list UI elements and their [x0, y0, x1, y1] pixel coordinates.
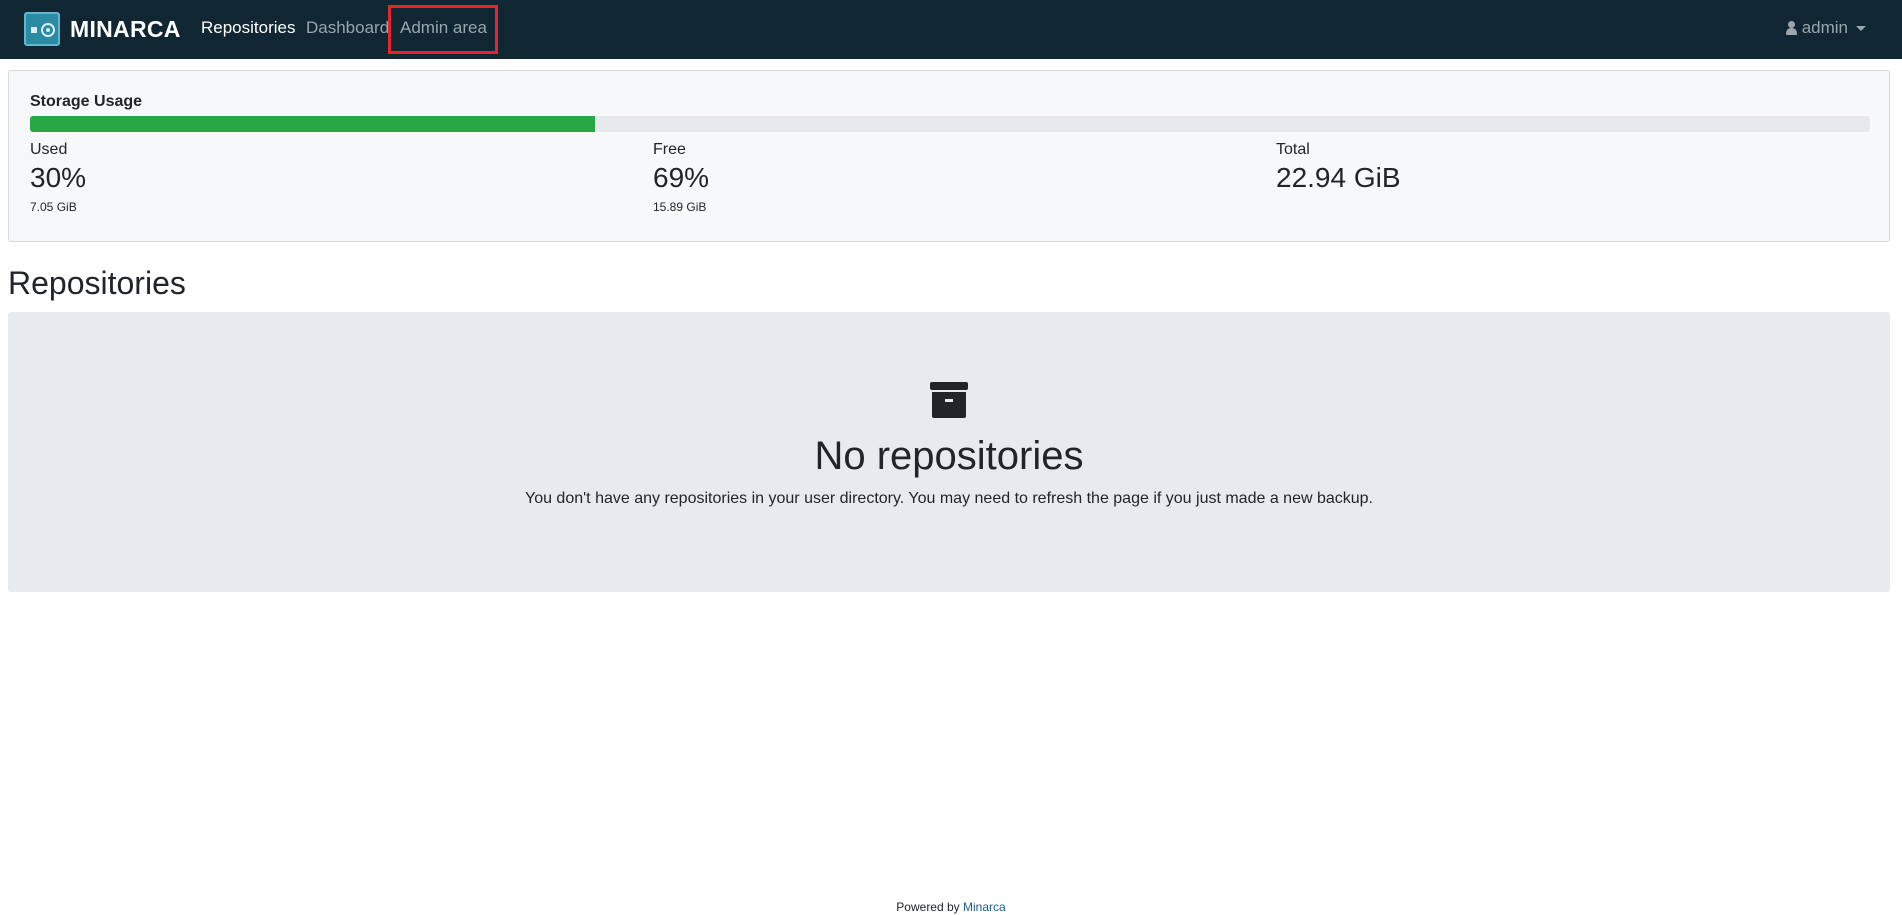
stat-free: Free 69% 15.89 GiB [653, 141, 709, 214]
brand-name: MINARCA [70, 15, 181, 42]
empty-repositories-panel: No repositories You don't have any repos… [8, 312, 1890, 592]
page-title: Repositories [8, 265, 186, 301]
stat-used-label: Used [30, 141, 68, 158]
archive-icon [930, 382, 968, 418]
empty-description: You don't have any repositories in your … [524, 490, 1373, 507]
storage-progress-fill [30, 116, 595, 132]
nav-repositories[interactable]: Repositories [201, 18, 296, 38]
top-navbar: MINARCA Repositories Dashboard Admin are… [0, 0, 1902, 59]
nav-dashboard[interactable]: Dashboard [306, 18, 389, 38]
stat-free-label: Free [653, 141, 686, 158]
footer-prefix: Powered by [896, 900, 963, 914]
stat-total-label: Total [1276, 141, 1310, 158]
stat-total: Total 22.94 GiB [1276, 141, 1401, 194]
brand-link[interactable]: MINARCA [24, 12, 181, 46]
storage-progress-bar [30, 116, 1870, 132]
stat-free-size: 15.89 GiB [653, 200, 707, 214]
stat-total-value: 22.94 GiB [1276, 162, 1401, 193]
stat-used-size: 7.05 GiB [30, 200, 77, 214]
user-menu-dropdown[interactable]: admin [1785, 18, 1866, 38]
footer: Powered by Minarca [0, 900, 1902, 914]
stat-free-value: 69% [653, 162, 710, 193]
user-icon [1785, 21, 1797, 35]
minarca-logo-icon [24, 12, 60, 46]
footer-minarca-link[interactable]: Minarca [963, 900, 1006, 914]
stat-used-value: 30% [30, 162, 87, 193]
user-name: admin [1801, 18, 1848, 37]
stat-used: Used 30% 7.05 GiB [30, 141, 86, 214]
caret-down-icon [1856, 25, 1866, 31]
storage-title: Storage Usage [30, 93, 143, 110]
storage-usage-card: Storage Usage Used 30% 7.05 GiB Free 69%… [8, 70, 1890, 242]
nav-admin-area[interactable]: Admin area [400, 18, 487, 38]
empty-title: No repositories [814, 434, 1084, 478]
